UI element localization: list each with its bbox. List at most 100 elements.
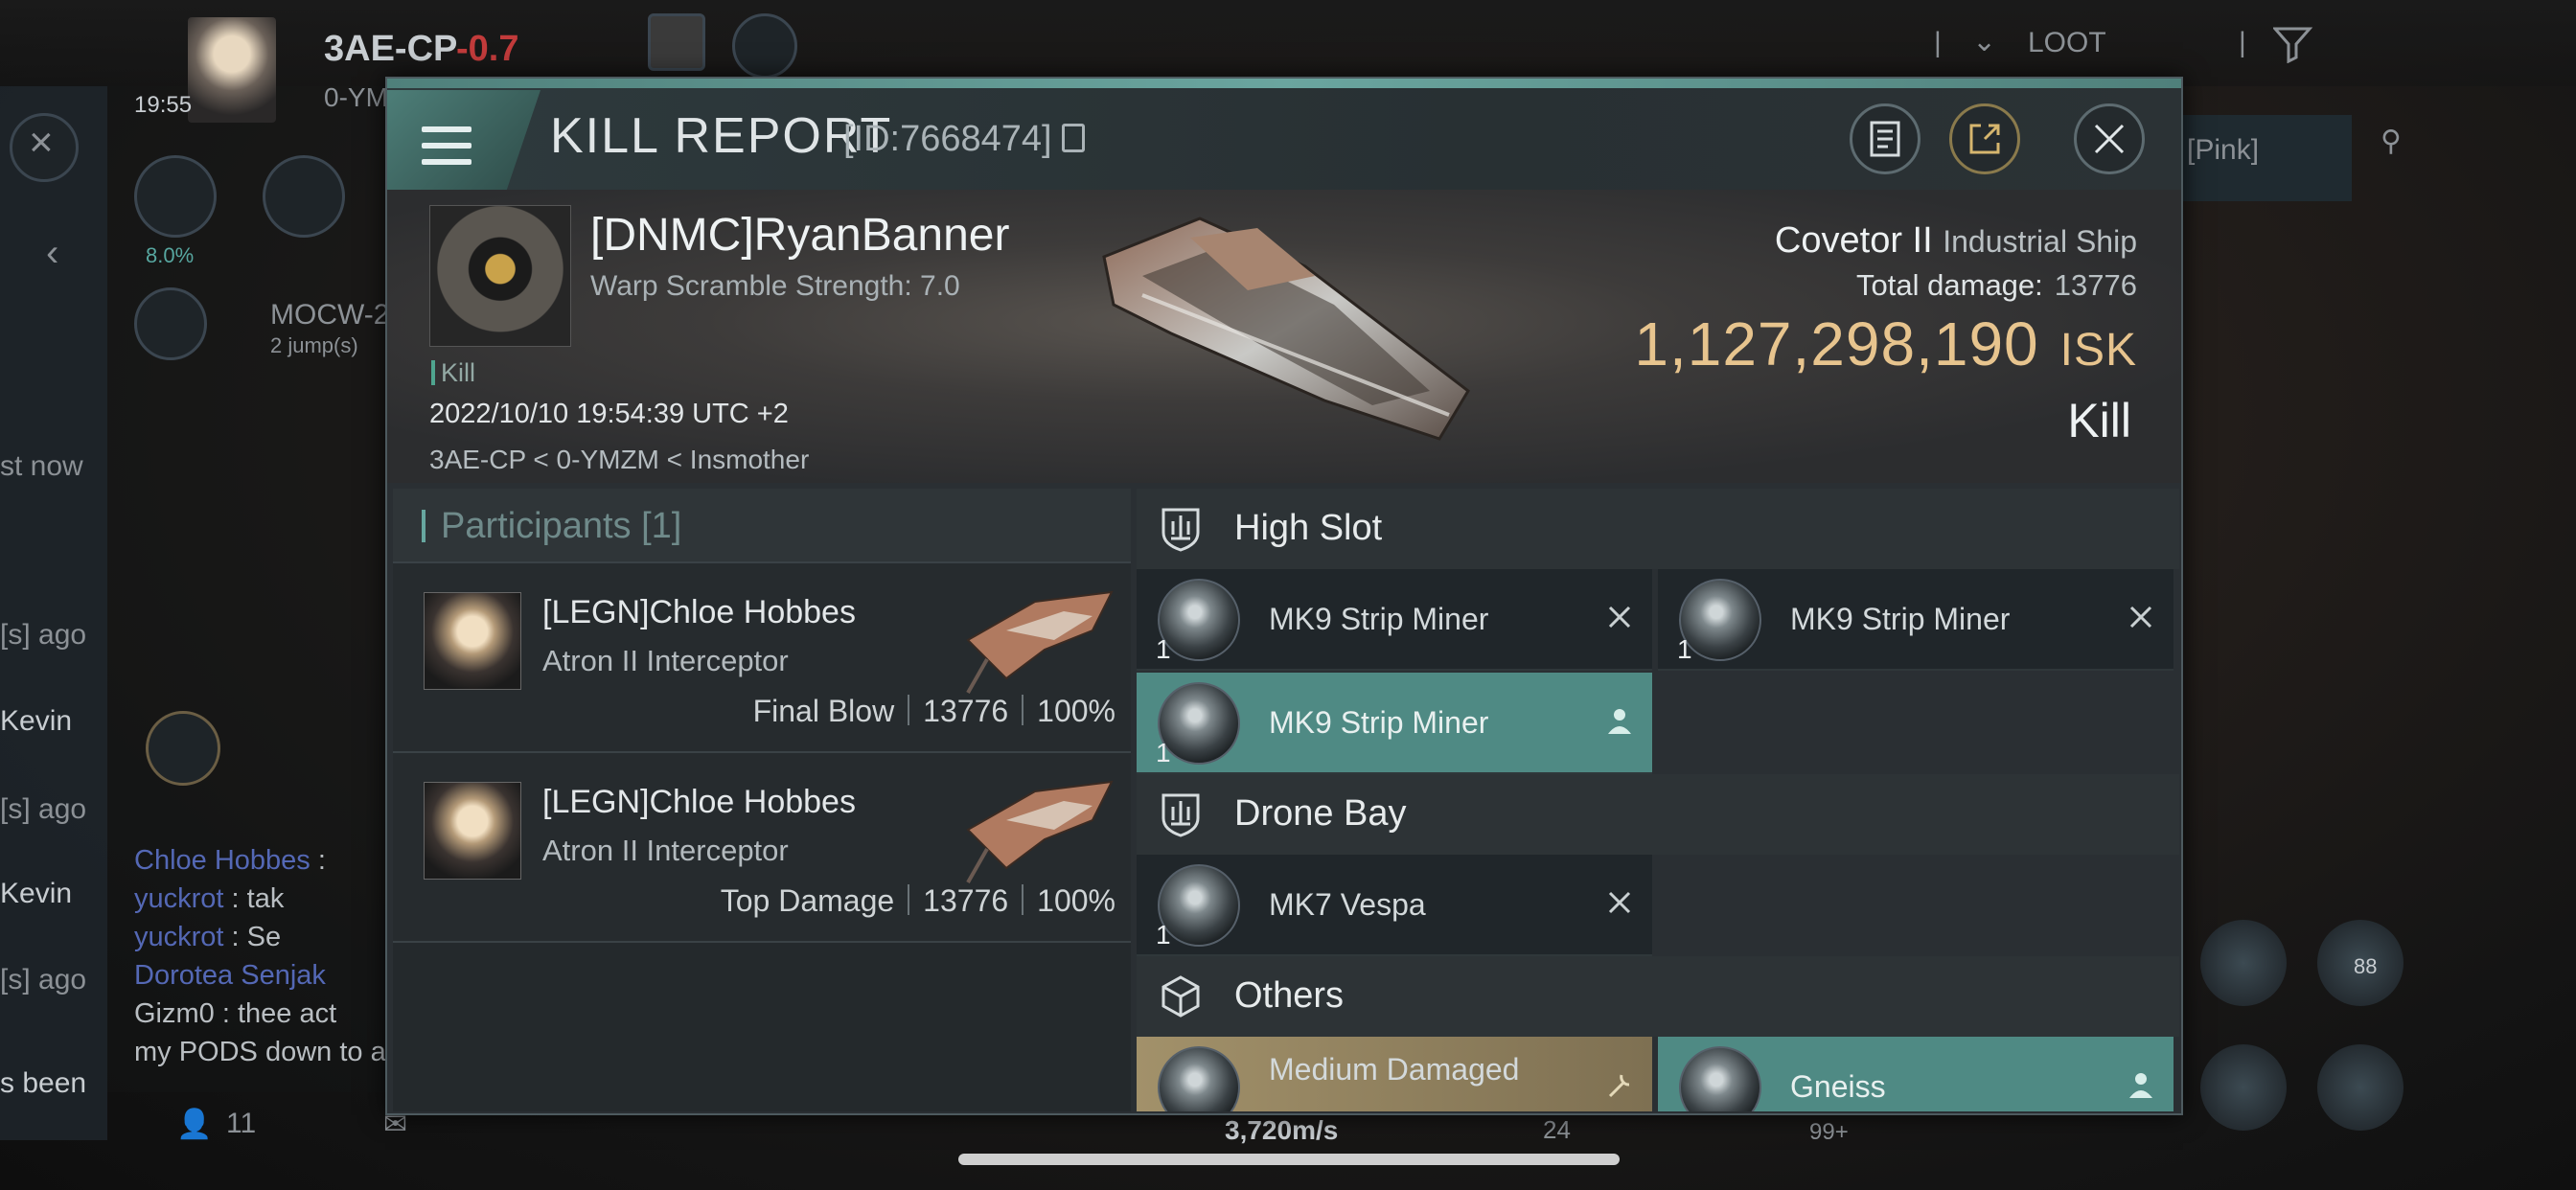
kill-location[interactable]: 3AE-CP < 0-YMZM < Insmother xyxy=(429,445,809,475)
participant-portrait[interactable] xyxy=(424,592,521,690)
ship-status-icon[interactable] xyxy=(263,155,345,238)
participant-stats: Final Blow 13776 100% xyxy=(753,694,1116,729)
stats-divider xyxy=(1022,695,1024,725)
chat-line: yuckrot : tak xyxy=(134,883,284,915)
loot-item[interactable]: 1 MK9 Strip Miner xyxy=(1137,569,1652,671)
total-damage-value: 13776 xyxy=(2054,268,2137,302)
victim-summary: [DNMC]RyanBanner Warp Scramble Strength:… xyxy=(387,190,2181,483)
chat-text: : Se xyxy=(223,922,282,952)
victim-portrait[interactable] xyxy=(429,205,571,347)
loot-item[interactable]: Medium Damaged xyxy=(1137,1037,1652,1111)
stats-divider xyxy=(1022,884,1024,915)
victim-ship-image[interactable] xyxy=(1085,199,1487,458)
isk-value: 1,127,298,190 ISK xyxy=(1634,309,2137,379)
total-damage-label: Total damage: xyxy=(1856,268,2043,302)
wrench-icon xyxy=(1608,1074,1630,1098)
item-name: MK9 Strip Miner xyxy=(1269,602,1489,636)
loot-item[interactable]: 1 MK9 Strip Miner xyxy=(1658,569,2174,671)
chat-line: Dorotea Senjak xyxy=(134,960,326,992)
victim-name[interactable]: [DNMC]RyanBanner xyxy=(590,209,1009,262)
chat-sender[interactable]: yuckrot xyxy=(134,922,223,952)
target-icon[interactable] xyxy=(146,711,220,786)
destroyed-icon xyxy=(1608,606,1631,629)
victim-ship-name[interactable]: Covetor II Industrial Ship xyxy=(1775,220,2137,262)
participant-stats: Top Damage 13776 100% xyxy=(721,883,1116,919)
chat-text: : tak xyxy=(223,883,285,914)
kill-id[interactable]: [ID:7668474] xyxy=(843,119,1085,160)
high-slot-title: High Slot xyxy=(1234,508,1383,548)
chat-line: Gizm0 : thee act xyxy=(134,998,336,1030)
dropped-person-icon xyxy=(1608,709,1631,734)
module-slot-icon[interactable] xyxy=(2317,1044,2404,1131)
filter-icon[interactable] xyxy=(2273,25,2315,63)
chat-text: my PODS down to a xyxy=(134,1037,386,1067)
item-name: Medium Damaged xyxy=(1269,1052,1520,1087)
participant-damage: 13776 xyxy=(923,883,1009,918)
others-header: Others xyxy=(1137,956,2179,1037)
chat-line: Chloe Hobbes : xyxy=(134,845,326,877)
corp-tag: 3AE-CP xyxy=(324,29,458,69)
copy-icon[interactable] xyxy=(1061,124,1085,152)
others-title: Others xyxy=(1234,975,1345,1016)
report-button[interactable] xyxy=(1850,103,1920,174)
members-icon[interactable]: 👤 xyxy=(176,1108,212,1141)
pink-label: [Pink] xyxy=(2187,134,2260,166)
item-quantity: 1 xyxy=(1677,634,1692,664)
stats-divider xyxy=(908,884,910,915)
total-damage: Total damage: 13776 xyxy=(1856,268,2137,303)
item-quantity: 1 xyxy=(1156,920,1171,950)
participant-name: [LEGN]Chloe Hobbes xyxy=(542,594,856,630)
drone-bay-icon xyxy=(1162,793,1200,837)
chevron-left-icon[interactable]: ‹ xyxy=(46,232,58,275)
left-line-2: [s] ago xyxy=(0,619,87,651)
chevron-down-icon[interactable]: ⌄ xyxy=(1972,25,1996,58)
loot-item[interactable]: 1 MK9 Strip Miner xyxy=(1137,673,1652,774)
close-button[interactable] xyxy=(2074,103,2145,174)
members-count: 11 xyxy=(226,1108,257,1139)
search-icon[interactable]: ⚲ xyxy=(2380,125,2402,158)
counter-24: 24 xyxy=(1543,1115,1571,1144)
module-slot-icon[interactable] xyxy=(2200,1044,2287,1131)
share-button[interactable] xyxy=(1949,103,2020,174)
participant-ship-image xyxy=(966,780,1114,883)
item-quantity: 1 xyxy=(1156,738,1171,767)
participant-portrait[interactable] xyxy=(424,782,521,880)
counter-99: 99+ xyxy=(1809,1119,1849,1145)
destroyed-icon xyxy=(2129,606,2152,629)
settings-gear-icon[interactable] xyxy=(732,13,797,79)
share-icon xyxy=(1969,124,2000,154)
destroyed-icon xyxy=(1608,891,1631,914)
left-line-6: [s] ago xyxy=(0,964,87,995)
item-name: MK7 Vespa xyxy=(1269,887,1426,922)
participant-percent: 100% xyxy=(1037,883,1116,918)
pilot-avatar[interactable] xyxy=(188,17,276,123)
chat-sender[interactable]: Dorotea Senjak xyxy=(134,960,326,991)
loot-filter-label[interactable]: LOOT xyxy=(2028,27,2106,59)
left-line-3: Kevin xyxy=(0,705,73,737)
loot-item[interactable]: Gneiss xyxy=(1658,1037,2174,1111)
autopilot-icon[interactable] xyxy=(134,287,207,360)
chat-sender[interactable]: Gizm0 xyxy=(134,998,215,1029)
module-slot-icon[interactable] xyxy=(2200,920,2287,1006)
chat-sender[interactable]: yuckrot xyxy=(134,883,223,914)
cube-icon xyxy=(1162,975,1200,1018)
left-line-7: s been xyxy=(0,1067,87,1099)
cargo-icon[interactable] xyxy=(134,155,217,238)
hud-divider-2: | xyxy=(2239,27,2246,58)
left-line-4: [s] ago xyxy=(0,793,87,825)
item-quantity: 1 xyxy=(1156,634,1171,664)
participant-role: Final Blow xyxy=(752,694,895,728)
salvage-icon xyxy=(1158,1046,1240,1111)
loot-item[interactable]: 1 MK7 Vespa xyxy=(1137,855,1652,956)
participant-row[interactable]: [LEGN]Chloe Hobbes Atron II Interceptor … xyxy=(393,563,1131,753)
participant-row[interactable]: [LEGN]Chloe Hobbes Atron II Interceptor … xyxy=(393,753,1131,943)
ore-icon xyxy=(1679,1046,1761,1111)
hud-divider-1: | xyxy=(1934,27,1942,58)
chat-sender[interactable]: Chloe Hobbes xyxy=(134,845,310,876)
kill-timestamp: 2022/10/10 19:54:39 UTC +2 xyxy=(429,399,789,429)
participant-name: [LEGN]Chloe Hobbes xyxy=(542,784,856,820)
crown-icon[interactable] xyxy=(648,13,705,71)
item-name: Gneiss xyxy=(1790,1069,1886,1104)
ship-class: Industrial Ship xyxy=(1943,224,2137,259)
header-accent xyxy=(422,510,426,542)
